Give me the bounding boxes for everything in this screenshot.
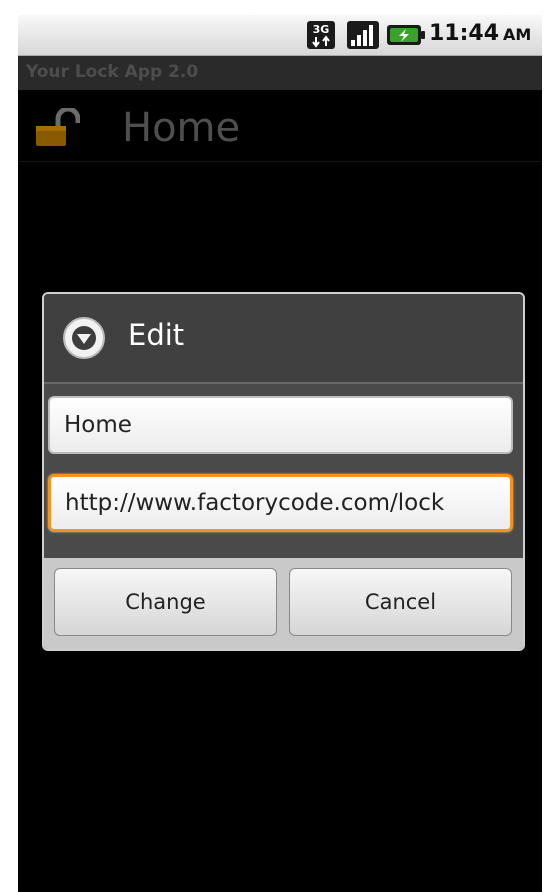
dialog-title: Edit: [128, 318, 185, 352]
battery-charging-icon: [387, 25, 425, 45]
app-title-bar: Your Lock App 2.0: [18, 56, 542, 90]
status-clock: 11:44 AM: [429, 21, 531, 46]
edit-dialog: Edit Change Cancel: [42, 292, 525, 651]
chevron-down-circle-icon: [63, 317, 105, 359]
change-button[interactable]: Change: [54, 568, 277, 636]
phone-screen: 3G 11:44 AM Your Lock App 2.0 Home Edit …: [18, 15, 542, 892]
url-field[interactable]: [48, 474, 513, 532]
page-title: Home: [122, 105, 241, 151]
clock-time: 11:44: [429, 21, 500, 46]
cancel-button[interactable]: Cancel: [289, 568, 512, 636]
clock-ampm: AM: [503, 25, 532, 44]
dialog-body: [44, 384, 523, 558]
dialog-header: Edit: [44, 294, 523, 384]
network-3g-label: 3G: [313, 23, 330, 36]
lock-open-icon: [36, 108, 80, 146]
network-3g-icon: 3G: [307, 21, 335, 49]
name-field[interactable]: [48, 396, 513, 454]
signal-strength-icon: [347, 21, 379, 49]
dialog-footer: Change Cancel: [44, 558, 523, 649]
app-title: Your Lock App 2.0: [26, 62, 199, 82]
page-header: Home: [18, 91, 542, 162]
status-bar: 3G 11:44 AM: [18, 15, 542, 56]
